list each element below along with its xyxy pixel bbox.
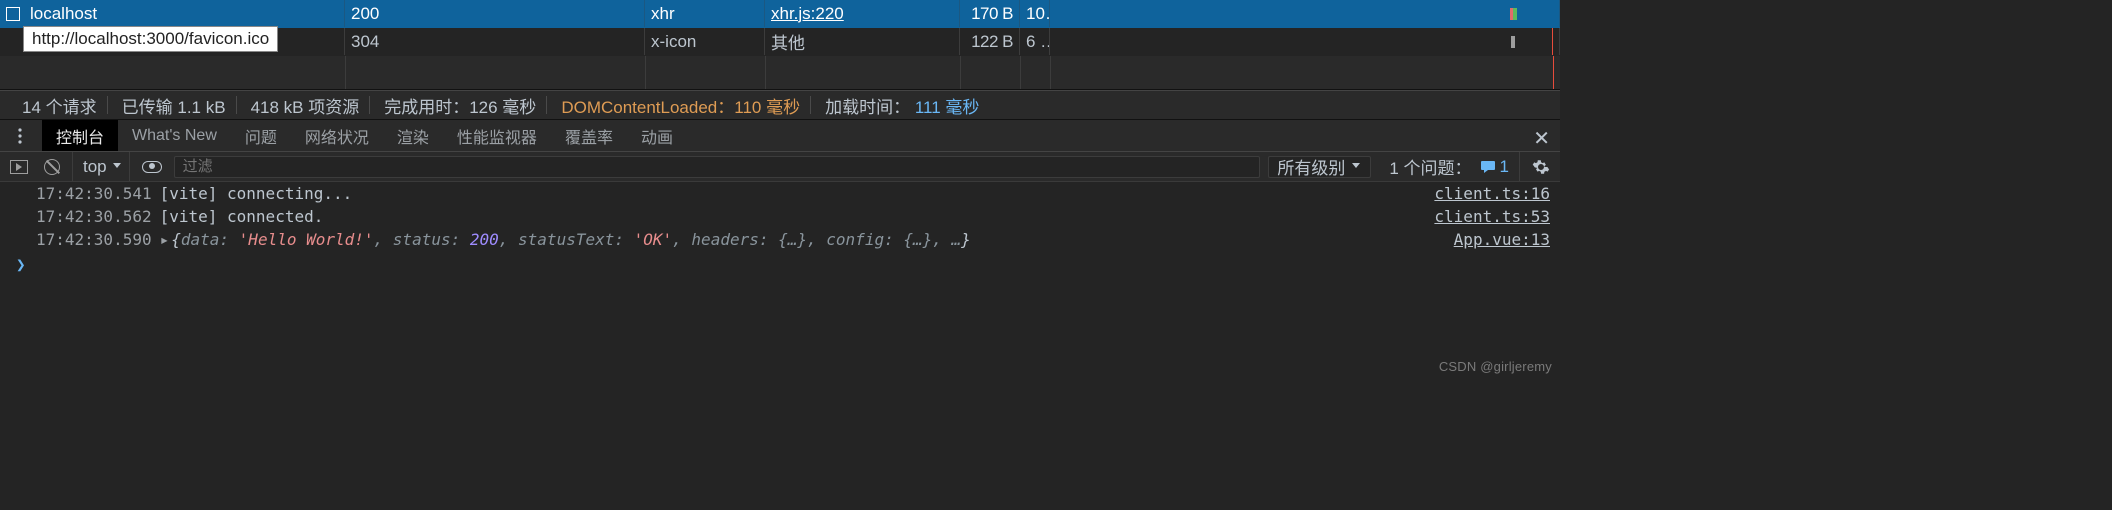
execution-context-select[interactable]: top (72, 152, 130, 181)
cell-waterfall (1050, 0, 1560, 27)
eye-icon (142, 161, 162, 173)
cell-initiator[interactable]: xhr.js:220 (765, 0, 960, 27)
live-expression-button[interactable] (138, 161, 166, 173)
log-source-link[interactable]: App.vue:13 (1438, 230, 1550, 249)
request-name: localhost (30, 4, 97, 24)
console-filter-input[interactable] (174, 156, 1261, 178)
tab-animations[interactable]: 动画 (627, 120, 687, 151)
clear-icon (44, 159, 60, 175)
gear-icon (1532, 158, 1550, 176)
log-source-link[interactable]: client.ts:16 (1418, 184, 1550, 203)
network-row-selected[interactable]: localhost 200 xhr xhr.js:220 170 B 10… (0, 0, 1560, 28)
cell-size: 170 B (960, 0, 1020, 27)
waterfall-segment (1511, 36, 1515, 48)
cell-size: 122 B (960, 28, 1020, 55)
network-request-table: localhost 200 xhr xhr.js:220 170 B 10… 3… (0, 0, 1560, 90)
timeline-marker-red (1552, 28, 1554, 55)
log-timestamp: 17:42:30.562 (36, 207, 152, 226)
cell-type: x-icon (645, 28, 765, 55)
log-source-link[interactable]: client.ts:53 (1418, 207, 1550, 226)
cell-status: 200 (345, 0, 645, 27)
clear-console-button[interactable] (40, 159, 64, 175)
log-timestamp: 17:42:30.541 (36, 184, 152, 203)
console-prompt[interactable]: ❯ (0, 251, 1560, 274)
log-message-object[interactable]: ▸{data: 'Hello World!', status: 200, sta… (160, 230, 1438, 249)
status-requests: 14 个请求 (12, 96, 108, 114)
initiator-link[interactable]: xhr.js:220 (771, 4, 844, 24)
play-icon (10, 160, 28, 174)
cell-initiator: 其他 (765, 28, 960, 55)
log-row[interactable]: 17:42:30.562 [vite] connected. client.ts… (0, 205, 1560, 228)
log-levels-select[interactable]: 所有级别 (1268, 156, 1371, 178)
tab-rendering[interactable]: 渲染 (383, 120, 443, 151)
issue-badge: 1 (1480, 157, 1509, 177)
url-tooltip: http://localhost:3000/favicon.ico (23, 26, 278, 52)
status-domcontentloaded: DOMContentLoaded： 110 毫秒 (551, 96, 811, 114)
chevron-down-icon (113, 163, 121, 168)
cell-name: localhost (0, 0, 345, 27)
status-transferred: 已传输 1.1 kB (112, 96, 237, 114)
file-icon (6, 7, 20, 21)
log-message: [vite] connecting... (160, 184, 1419, 203)
console-log-area: 17:42:30.541 [vite] connecting... client… (0, 182, 1560, 274)
tab-issues[interactable]: 问题 (231, 120, 291, 151)
network-empty-area (0, 56, 1560, 90)
tab-coverage[interactable]: 覆盖率 (551, 120, 627, 151)
waterfall-segment (1513, 8, 1517, 20)
status-resources: 418 kB 项资源 (241, 96, 371, 114)
cell-waterfall (1050, 28, 1560, 55)
log-row[interactable]: 17:42:30.590 ▸{data: 'Hello World!', sta… (0, 228, 1560, 251)
drawer-close-button[interactable]: ✕ (1533, 126, 1550, 151)
toggle-sidebar-button[interactable] (6, 160, 32, 174)
tab-network-conditions[interactable]: 网络状况 (291, 120, 383, 151)
drawer-tab-bar: 控制台 What's New 问题 网络状况 渲染 性能监视器 覆盖率 动画 ✕ (0, 120, 1560, 152)
kebab-icon (18, 128, 22, 144)
log-timestamp: 17:42:30.590 (36, 230, 152, 249)
tab-whats-new[interactable]: What's New (118, 120, 231, 151)
network-status-bar: 14 个请求 已传输 1.1 kB 418 kB 项资源 完成用时：126 毫秒… (0, 90, 1560, 120)
console-toolbar: top 所有级别 1 个问题： 1 (0, 152, 1560, 182)
status-finish: 完成用时：126 毫秒 (374, 96, 547, 114)
issues-button[interactable]: 1 个问题： 1 (1379, 152, 1520, 181)
console-settings-button[interactable] (1528, 158, 1554, 176)
chevron-down-icon (1352, 163, 1360, 168)
watermark: CSDN @girljeremy (1439, 359, 1552, 374)
drawer-menu-button[interactable] (8, 124, 32, 148)
cell-status: 304 (345, 28, 645, 55)
status-load: 加载时间： 111 毫秒 (815, 96, 989, 114)
tab-performance-monitor[interactable]: 性能监视器 (443, 120, 551, 151)
cell-type: xhr (645, 0, 765, 27)
cell-time: 10… (1020, 0, 1050, 27)
message-icon (1480, 160, 1496, 174)
cell-time: 6 … (1020, 28, 1050, 55)
log-row[interactable]: 17:42:30.541 [vite] connecting... client… (0, 182, 1560, 205)
expand-icon[interactable]: ▸ (160, 230, 170, 249)
log-message: [vite] connected. (160, 207, 1419, 226)
tab-console[interactable]: 控制台 (42, 120, 118, 151)
